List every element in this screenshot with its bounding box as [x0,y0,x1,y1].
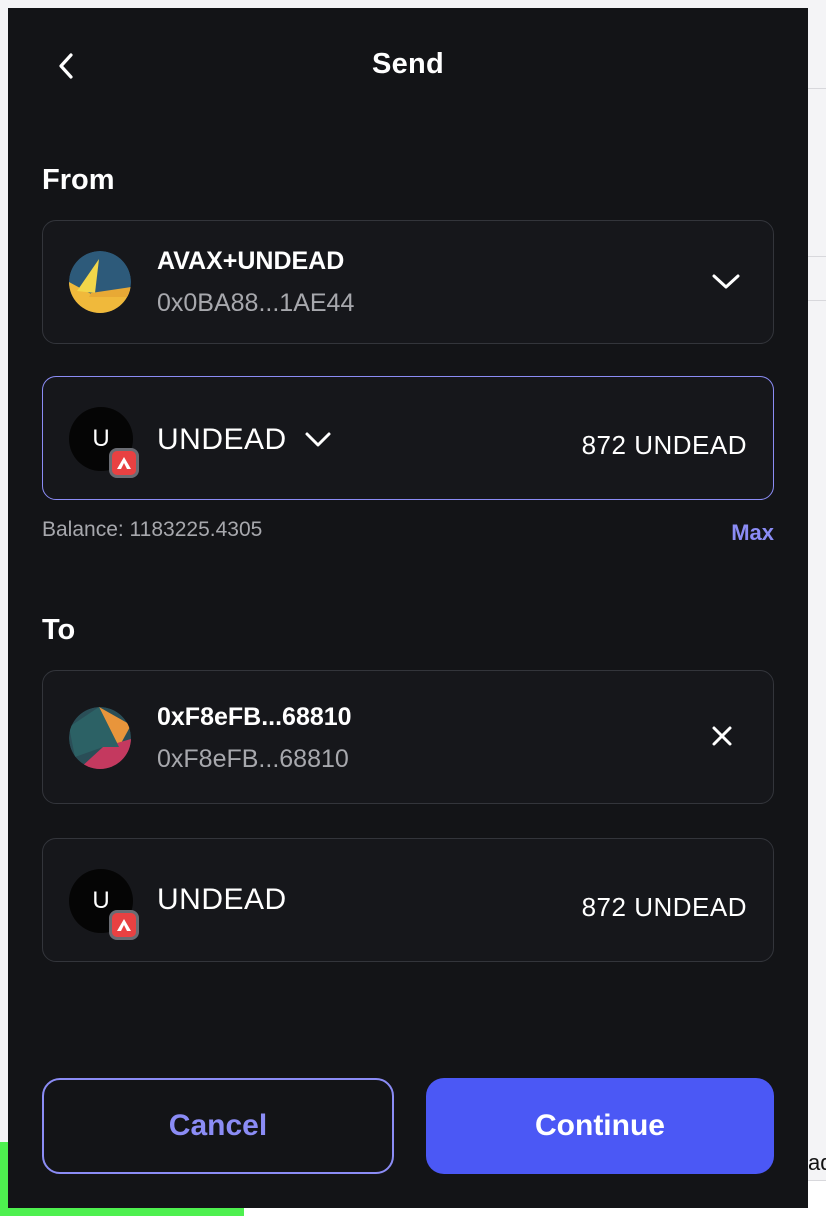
recipient-avatar [69,707,131,769]
background-divider [808,300,826,301]
token-dropdown[interactable] [301,423,335,457]
dialog-header: Send [8,38,808,98]
token-amount-input[interactable]: U UNDEAD 872 UNDEAD [42,376,774,500]
from-account-selector[interactable]: AVAX+UNDEAD 0x0BA88...1AE44 [42,220,774,344]
recipient-name: 0xF8eFB...68810 [157,703,352,731]
send-dialog: Send From AVAX+UNDEAD 0x0BA88...1AE44 U … [8,8,808,1208]
recipient-address: 0xF8eFB...68810 [157,745,349,773]
background-divider [808,256,826,257]
account-address: 0x0BA88...1AE44 [157,289,355,317]
account-avatar [69,251,131,313]
amount-value: 872 UNDEAD [581,892,747,922]
account-dropdown[interactable] [709,265,743,299]
page-title: Send [371,48,445,80]
max-button[interactable]: Max [731,520,774,546]
background-highlight-cell [0,1142,8,1180]
background-divider [808,88,826,89]
clear-recipient-button[interactable] [707,721,737,751]
token-name: UNDEAD [157,883,287,916]
amount-value[interactable]: 872 UNDEAD [582,430,747,461]
background-text: ad [808,1150,826,1175]
avalanche-badge-icon [109,910,139,940]
continue-button[interactable]: Continue [426,1078,774,1174]
cancel-button[interactable]: Cancel [42,1078,394,1174]
account-name: AVAX+UNDEAD [157,247,345,275]
recipient-card[interactable]: 0xF8eFB...68810 0xF8eFB...68810 [42,670,774,804]
receive-token-card: U UNDEAD 872 UNDEAD [42,838,774,962]
to-label: To [42,614,76,646]
chevron-down-icon [305,432,331,447]
avalanche-badge-icon [109,448,139,478]
token-name: UNDEAD [157,423,287,456]
from-label: From [42,164,115,196]
chevron-down-icon [712,274,740,289]
balance-text: Balance: 1183225.4305 [42,518,263,541]
close-icon [712,726,732,746]
